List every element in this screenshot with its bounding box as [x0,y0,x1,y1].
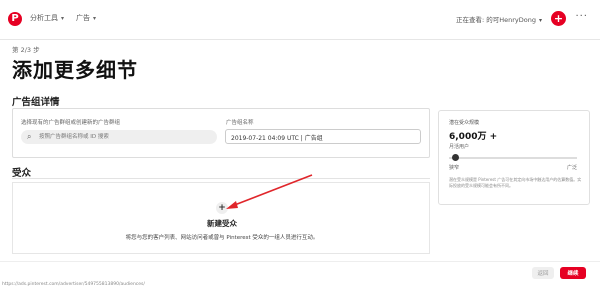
reach-meter-knob [452,154,460,161]
annotation-arrow-icon [226,174,313,209]
reach-broad-label: 广泛 [566,165,577,171]
monthly-users-label: 月活用户 [449,144,470,150]
reach-narrow-label: 狭窄 [449,165,460,171]
footer-bar [0,261,600,295]
nav-ads-menu[interactable]: 广告 ▾ [76,13,96,23]
viewing-account-label: 正在查看: 的可HenryDong [455,16,536,24]
audience-description: 将您与您的客户列表、网站访问者或曾与 Pinterest 受众的一组人员进行互动… [125,235,319,241]
ad-group-name-label: 广告组名称 [226,120,254,126]
audience-size-note: 潜在受众规模是 Pinterest 广告可在其定向市场中触达用户的估算数值。实际… [449,177,582,188]
create-plus-button[interactable]: + [551,11,566,26]
ad-group-select-label: 选择现有的广告群组或创建新的广告群组 [21,120,121,126]
back-button[interactable]: 返回 [532,267,554,279]
more-options-icon[interactable]: ··· [575,11,588,22]
ad-group-name-field[interactable]: 2019-07-21 04:09 UTC | 广告组 [225,129,421,144]
continue-button[interactable]: 继续 [560,267,586,279]
nav-analytics-label: 分析工具 [30,14,58,22]
audience-size-label: 潜在受众规模 [449,120,480,126]
ad-group-section-title: 广告组详情 [12,97,60,108]
audience-size-value: 6,000万 + [449,132,498,142]
page-title: 添加更多细节 [12,58,138,82]
top-bar: P 分析工具 ▾ 广告 ▾ 正在查看: 的可HenryDong ▾ + ··· [0,0,600,40]
status-url: https://ads.pinterest.com/advertiser/549… [2,282,145,287]
chevron-down-icon: ▾ [93,15,97,22]
search-icon: ⌕ [27,132,32,141]
audience-section-title: 受众 [12,168,32,179]
ad-group-search-box[interactable]: ⌕ [21,130,217,144]
audience-size-card: 潜在受众规模 6,000万 + 月活用户 狭窄 广泛 潜在受众规模是 Pinte… [438,110,590,205]
pinterest-logo-icon[interactable]: P [8,12,22,26]
chevron-down-icon: ▾ [61,15,65,22]
ad-group-search-input[interactable] [39,132,209,142]
nav-ads-label: 广告 [76,14,90,22]
step-indicator: 第 2/3 步 [12,46,40,54]
chevron-down-icon: ▾ [538,17,542,24]
account-switcher[interactable]: 正在查看: 的可HenryDong ▾ [456,14,542,24]
ad-group-panel: 选择现有的广告群组或创建新的广告群组 ⌕ 广告组名称 2019-07-21 04… [12,108,430,158]
reach-meter-track [449,157,577,159]
nav-analytics-menu[interactable]: 分析工具 ▾ [30,13,64,23]
new-audience-label[interactable]: 新建受众 [13,218,431,229]
